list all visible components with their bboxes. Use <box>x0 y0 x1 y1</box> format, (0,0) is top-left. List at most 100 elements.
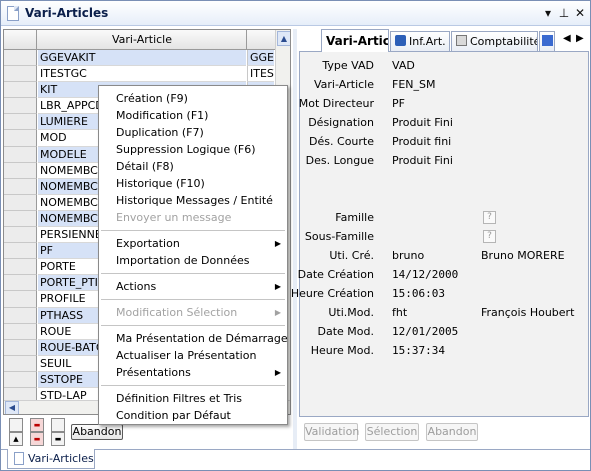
sous-famille-help-icon[interactable]: ? <box>483 230 496 243</box>
menu-item-envoyer-message: Envoyer un message <box>116 211 232 224</box>
date-creation-label: Date Création <box>297 268 374 281</box>
refresh-icon[interactable] <box>51 418 65 432</box>
menu-item-actions[interactable]: Actions ▶ <box>99 279 287 296</box>
menu-item-importation[interactable]: Importation de Données <box>99 253 287 270</box>
tab-comptabilite[interactable]: Comptabilité <box>451 31 538 52</box>
grid-header: Vari-Article <box>4 30 290 50</box>
des-longue-label: Des. Longue <box>305 154 374 167</box>
table-row[interactable]: GGEVAKITGGE V <box>4 50 274 67</box>
famille-help-icon[interactable]: ? <box>483 211 496 224</box>
row-header[interactable] <box>4 259 37 276</box>
row-header[interactable] <box>4 130 37 147</box>
menu-item-actualiser[interactable]: Actualiser la Présentation <box>99 348 287 365</box>
field-heure-creation: Heure Création 15:06:03 <box>291 287 588 303</box>
tab-inf-art-label: Inf.Art. <box>409 35 446 48</box>
row-header[interactable] <box>4 162 37 179</box>
column-header-vari-article[interactable]: Vari-Article <box>38 33 246 46</box>
abandon-button-left[interactable]: Abandon <box>71 424 123 440</box>
vari-article-value[interactable]: FEN_SM <box>392 78 435 91</box>
tab-prev-icon[interactable]: ◀ <box>563 33 571 44</box>
heure-mod-value[interactable]: 15:37:34 <box>392 344 445 357</box>
cell-vari-article[interactable]: ITESTGC <box>38 66 246 83</box>
filter-icon[interactable]: ▬ <box>30 418 44 432</box>
date-mod-label: Date Mod. <box>317 325 375 338</box>
field-famille: Famille ? <box>300 211 588 227</box>
row-header[interactable] <box>4 291 37 308</box>
mot-directeur-value[interactable]: PF <box>392 97 405 110</box>
menu-separator <box>101 230 285 231</box>
des-longue-value[interactable]: Produit Fini <box>392 154 453 167</box>
column-separator[interactable] <box>246 30 247 49</box>
row-header[interactable] <box>4 178 37 195</box>
first-record-icon[interactable] <box>9 418 23 432</box>
window-menu-button[interactable]: ▾ <box>541 5 555 21</box>
submenu-arrow-icon: ▶ <box>274 368 281 377</box>
previous-record-icon[interactable]: ▲ <box>9 432 23 446</box>
cell-designation[interactable]: GGE V <box>247 50 274 67</box>
date-mod-value[interactable]: 12/01/2005 <box>392 325 458 338</box>
menu-item-historique-messages[interactable]: Historique Messages / Entité <box>99 193 287 210</box>
date-creation-value[interactable]: 14/12/2000 <box>392 268 458 281</box>
type-vad-value[interactable]: VAD <box>392 59 415 72</box>
validation-button[interactable]: Validation <box>304 423 359 441</box>
grid-corner[interactable] <box>4 30 37 49</box>
menu-item-suppression[interactable]: Suppression Logique (F6) <box>99 142 287 159</box>
menu-item-definition-filtres[interactable]: Définition Filtres et Tris <box>99 391 287 408</box>
tab-next-icon[interactable]: ▶ <box>576 33 584 44</box>
menu-item-exportation[interactable]: Exportation ▶ <box>99 236 287 253</box>
menu-item-modification-selection-label: Modification Sélection <box>116 306 238 319</box>
pin-button[interactable]: ⊥ <box>557 5 571 21</box>
menu-item-duplication[interactable]: Duplication (F7) <box>99 125 287 142</box>
document-icon <box>14 452 24 465</box>
panel-splitter[interactable] <box>293 29 297 449</box>
book-icon <box>542 35 553 46</box>
abandon-button-right[interactable]: Abandon <box>426 423 478 441</box>
row-header[interactable] <box>4 114 37 131</box>
famille-label: Famille <box>335 211 374 224</box>
row-header[interactable] <box>4 66 37 83</box>
tab-vari-article[interactable]: Vari-Article <box>321 29 389 52</box>
row-header[interactable] <box>4 339 37 356</box>
row-header[interactable] <box>4 50 37 67</box>
tab-more[interactable] <box>539 31 555 52</box>
bottom-tab-vari-articles[interactable]: Vari-Articles <box>7 449 95 469</box>
menu-separator <box>101 299 285 300</box>
menu-item-condition-defaut[interactable]: Condition par Défaut <box>99 408 287 425</box>
uti-mod-name: François Houbert <box>481 306 575 319</box>
menu-item-detail[interactable]: Détail (F8) <box>99 159 287 176</box>
uti-cre-label: Uti. Cré. <box>329 249 374 262</box>
row-header[interactable] <box>4 146 37 163</box>
row-header[interactable] <box>4 371 37 388</box>
row-header[interactable] <box>4 210 37 228</box>
menu-item-creation[interactable]: Création (F9) <box>99 91 287 108</box>
menu-item-historique[interactable]: Historique (F10) <box>99 176 287 193</box>
row-header[interactable] <box>4 323 37 340</box>
table-row[interactable]: ITESTGCITEST <box>4 66 274 83</box>
row-header[interactable] <box>4 227 37 244</box>
scroll-left-icon[interactable]: ◀ <box>5 401 19 414</box>
row-header[interactable] <box>4 307 37 324</box>
designation-value[interactable]: Produit Fini <box>392 116 453 129</box>
selection-button[interactable]: Sélection <box>365 423 419 441</box>
close-button[interactable]: ✕ <box>573 5 587 21</box>
row-header[interactable] <box>4 98 37 115</box>
row-header[interactable] <box>4 275 37 292</box>
cell-designation[interactable]: ITEST <box>247 66 274 83</box>
delete-filter-icon[interactable]: ▬ <box>30 432 44 446</box>
row-header[interactable] <box>4 194 37 211</box>
cell-vari-article[interactable]: GGEVAKIT <box>38 50 246 67</box>
des-courte-value[interactable]: Produit fini <box>392 135 451 148</box>
row-header[interactable] <box>4 355 37 372</box>
uti-cre-value[interactable]: bruno <box>392 249 424 262</box>
heure-creation-value[interactable]: 15:06:03 <box>392 287 445 300</box>
scroll-up-icon[interactable]: ▲ <box>277 31 290 46</box>
menu-item-ma-presentation[interactable]: Ma Présentation de Démarrage <box>99 331 288 348</box>
tab-inf-art[interactable]: Inf.Art. <box>390 31 450 52</box>
row-header[interactable] <box>4 82 37 99</box>
menu-item-presentations[interactable]: Présentations ▶ <box>99 365 287 382</box>
field-designation: Désignation Produit Fini <box>300 116 588 132</box>
uti-mod-value[interactable]: fht <box>392 306 407 319</box>
row-header[interactable] <box>4 243 37 260</box>
menu-item-modification[interactable]: Modification (F1) <box>99 108 287 125</box>
sort-icon[interactable]: ▬ <box>51 432 65 446</box>
